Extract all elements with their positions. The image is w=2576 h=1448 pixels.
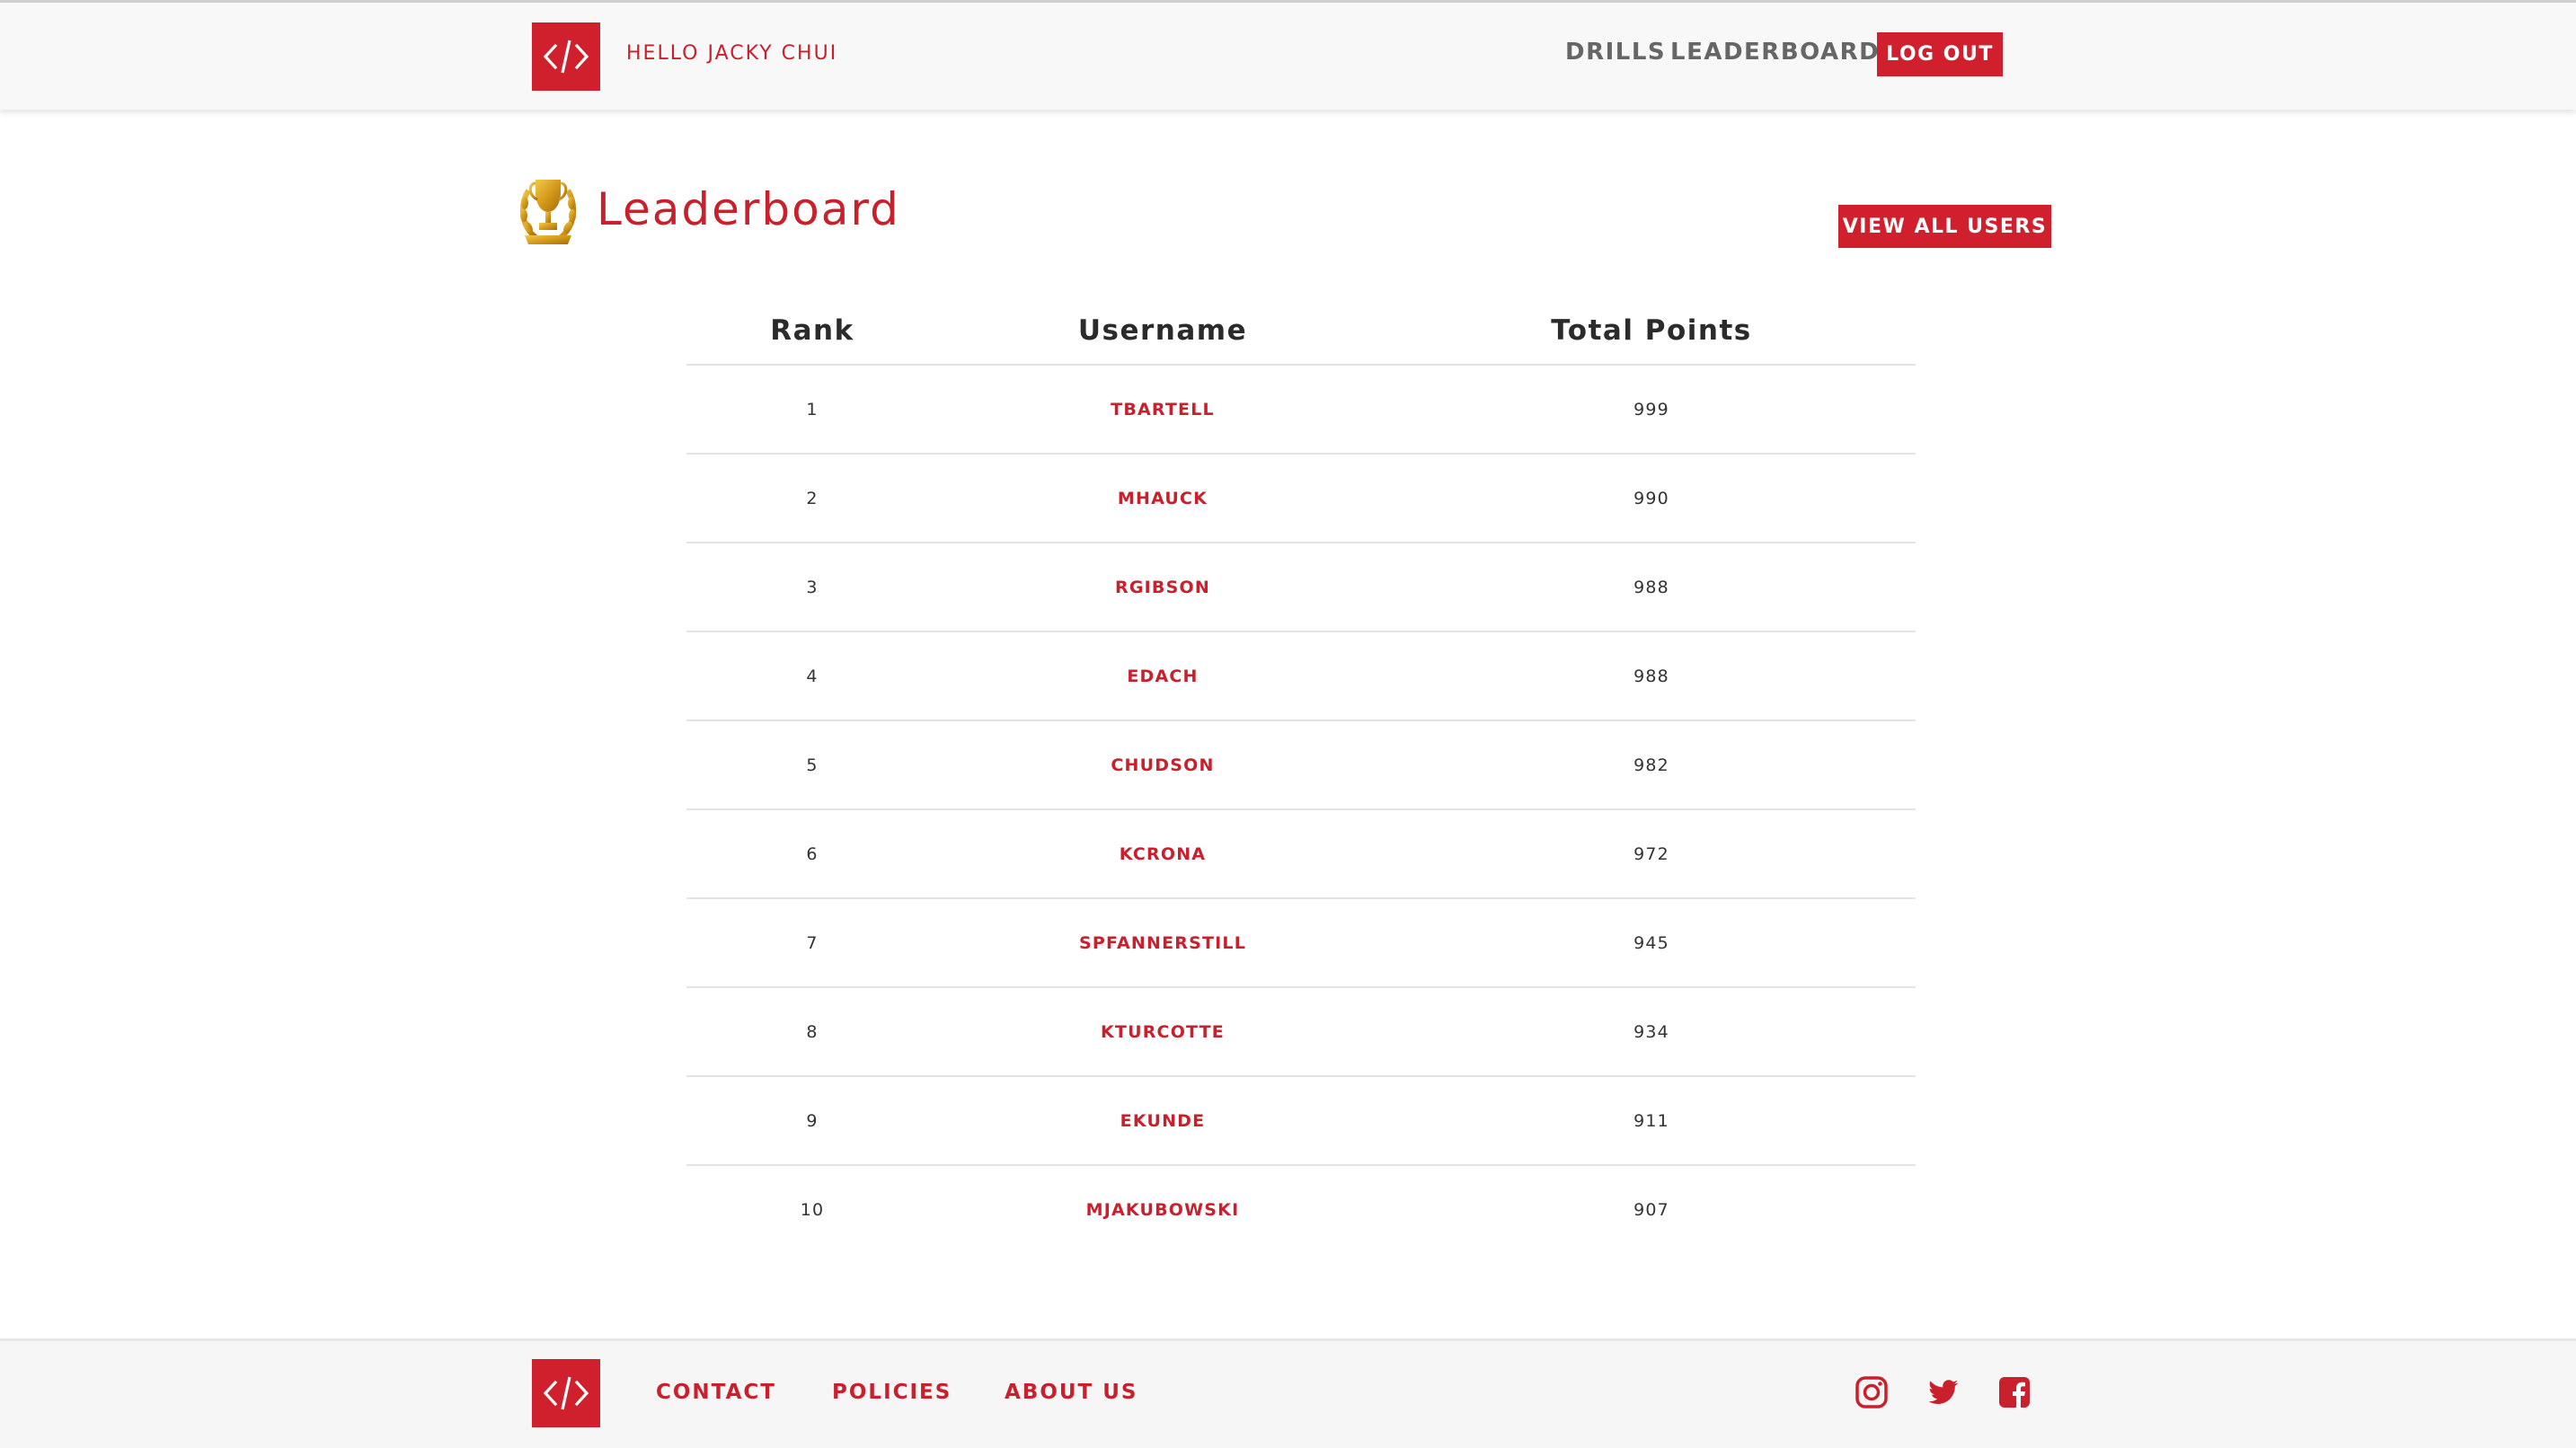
table-row: 3 RGIBSON 988: [686, 543, 1916, 632]
trophy-icon: [519, 180, 577, 244]
rank-cell: 3: [806, 578, 819, 597]
code-logo-icon[interactable]: [532, 1359, 600, 1427]
twitter-icon[interactable]: [1925, 1374, 1961, 1410]
site-footer: CONTACT POLICIES ABOUT US: [0, 1338, 2576, 1448]
nav-leaderboard[interactable]: LEADERBOARD: [1670, 39, 1880, 66]
column-header-total-points: Total Points: [1551, 314, 1752, 347]
points-cell: 911: [1633, 1111, 1669, 1131]
points-cell: 988: [1633, 667, 1669, 686]
code-logo-icon[interactable]: [532, 22, 600, 91]
column-header-rank: Rank: [770, 314, 854, 347]
username-link[interactable]: KCRONA: [1120, 844, 1206, 864]
facebook-icon[interactable]: [1996, 1374, 2032, 1410]
rank-cell: 6: [806, 844, 819, 864]
username-link[interactable]: TBARTELL: [1111, 400, 1215, 419]
points-cell: 999: [1633, 400, 1669, 419]
points-cell: 907: [1633, 1200, 1669, 1220]
view-all-users-button[interactable]: VIEW ALL USERS: [1838, 205, 2051, 248]
username-link[interactable]: MHAUCK: [1118, 489, 1208, 508]
table-row: 10 MJAKUBOWSKI 907: [686, 1166, 1916, 1253]
site-header: HELLO JACKY CHUI DRILLS LEADERBOARD LOG …: [0, 3, 2576, 110]
footer-policies-link[interactable]: POLICIES: [832, 1381, 952, 1404]
table-row: 9 EKUNDE 911: [686, 1077, 1916, 1166]
username-link[interactable]: EDACH: [1127, 667, 1198, 686]
footer-contact-link[interactable]: CONTACT: [656, 1381, 776, 1404]
rank-cell: 8: [806, 1022, 819, 1042]
leaderboard-table: Rank Username Total Points 1 TBARTELL 99…: [686, 314, 1916, 1253]
points-cell: 988: [1633, 578, 1669, 597]
username-link[interactable]: SPFANNERSTILL: [1079, 933, 1246, 953]
page-title: Leaderboard: [597, 183, 900, 235]
username-link[interactable]: KTURCOTTE: [1101, 1022, 1225, 1042]
rank-cell: 9: [806, 1111, 819, 1131]
rank-cell: 5: [806, 755, 819, 775]
table-row: 1 TBARTELL 999: [686, 366, 1916, 455]
table-row: 7 SPFANNERSTILL 945: [686, 899, 1916, 988]
rank-cell: 1: [806, 400, 819, 419]
points-cell: 982: [1633, 755, 1669, 775]
username-link[interactable]: MJAKUBOWSKI: [1086, 1200, 1240, 1220]
username-link[interactable]: CHUDSON: [1111, 755, 1214, 775]
points-cell: 972: [1633, 844, 1669, 864]
logout-button[interactable]: LOG OUT: [1877, 32, 2003, 76]
points-cell: 990: [1633, 489, 1669, 508]
table-row: 8 KTURCOTTE 934: [686, 988, 1916, 1077]
rank-cell: 10: [800, 1200, 825, 1220]
points-cell: 945: [1633, 933, 1669, 953]
table-header: Rank Username Total Points: [686, 314, 1916, 366]
rank-cell: 2: [806, 489, 819, 508]
rank-cell: 7: [806, 933, 819, 953]
column-header-username: Username: [1077, 314, 1248, 347]
footer-about-us-link[interactable]: ABOUT US: [1005, 1381, 1138, 1404]
rank-cell: 4: [806, 667, 819, 686]
table-row: 2 MHAUCK 990: [686, 455, 1916, 543]
points-cell: 934: [1633, 1022, 1669, 1042]
table-row: 6 KCRONA 972: [686, 810, 1916, 899]
instagram-icon[interactable]: [1854, 1374, 1890, 1410]
table-row: 4 EDACH 988: [686, 632, 1916, 721]
username-link[interactable]: RGIBSON: [1115, 578, 1210, 597]
username-link[interactable]: EKUNDE: [1120, 1111, 1206, 1131]
table-row: 5 CHUDSON 982: [686, 721, 1916, 810]
user-greeting: HELLO JACKY CHUI: [626, 42, 838, 65]
nav-drills[interactable]: DRILLS: [1565, 39, 1666, 66]
